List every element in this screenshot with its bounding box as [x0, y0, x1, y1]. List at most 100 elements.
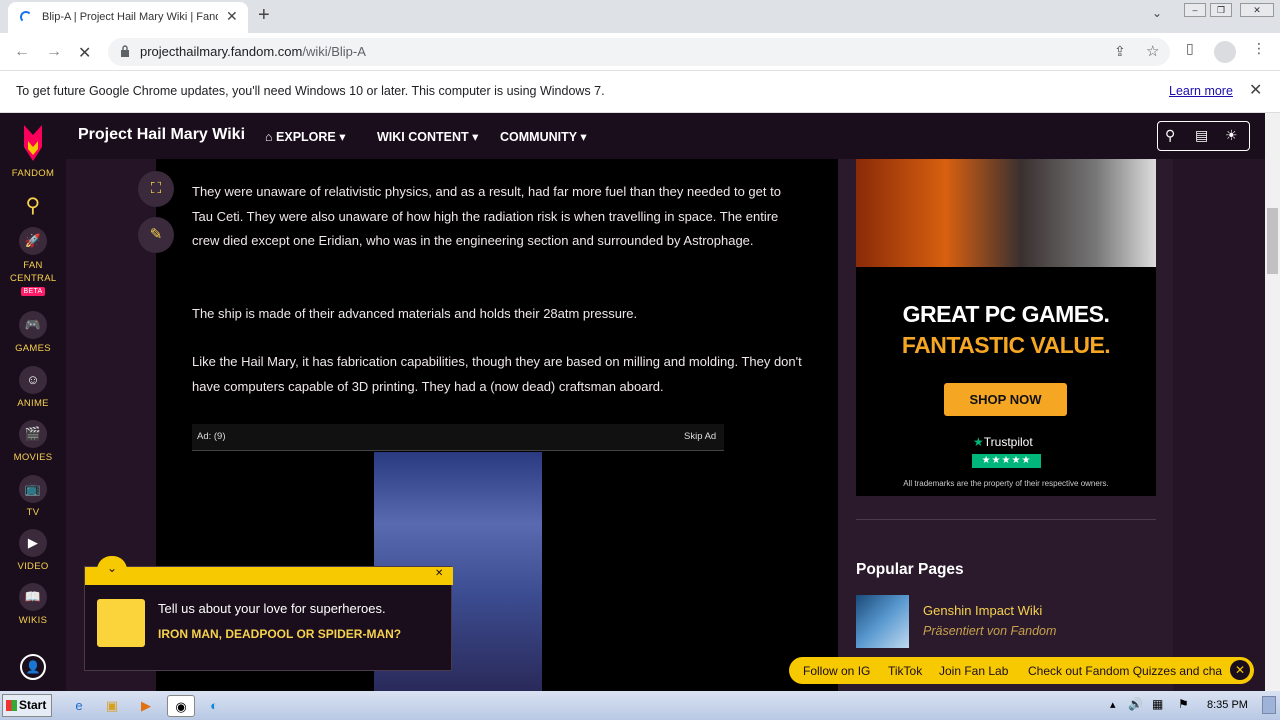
- fandom-page: FANDOM ⚲ 🚀 FAN CENTRAL BETA 🎮 GAMES ☺ AN…: [0, 113, 1265, 691]
- fandom-logo[interactable]: FANDOM: [0, 121, 66, 179]
- follow-ig-link[interactable]: Follow on IG: [803, 664, 870, 678]
- url-domain: projecthailmary.fandom.com: [140, 44, 303, 59]
- infobar-close-icon[interactable]: ✕: [1249, 80, 1262, 100]
- fan-lab-link[interactable]: Join Fan Lab: [939, 664, 1008, 678]
- rail-movies[interactable]: 🎬 MOVIES: [0, 420, 66, 463]
- fandom-logo-label: FANDOM: [11, 168, 55, 179]
- clapperboard-icon: 🎬: [19, 420, 47, 448]
- rail-label: VIDEO: [17, 561, 49, 572]
- nav-wiki-content[interactable]: WIKI CONTENT ▾: [377, 129, 478, 144]
- nav-tools-group: ⚲ ▤ ☀: [1157, 121, 1250, 151]
- system-clock[interactable]: 8:35 PM: [1207, 699, 1248, 711]
- browser-tab[interactable]: Blip-A | Project Hail Mary Wiki | Fandom…: [8, 2, 248, 33]
- edge-icon[interactable]: ◐: [203, 695, 225, 717]
- learn-more-link[interactable]: Learn more: [1169, 84, 1233, 98]
- ad-countdown-label: Ad: (9): [197, 431, 226, 442]
- book-icon: 📖: [19, 583, 47, 611]
- url-text[interactable]: projecthailmary.fandom.com/wiki/Blip-A: [140, 44, 366, 59]
- quiz-popup-header: [85, 567, 453, 585]
- skip-ad-button[interactable]: Skip Ad: [684, 431, 716, 442]
- back-icon[interactable]: ←: [14, 43, 30, 61]
- start-label: Start: [19, 698, 47, 712]
- rail-anime[interactable]: ☺ ANIME: [0, 366, 66, 409]
- rail-fan-central[interactable]: 🚀 FAN CENTRAL BETA: [0, 227, 66, 296]
- beta-badge: BETA: [20, 287, 46, 296]
- wiki-name[interactable]: Project Hail Mary Wiki: [78, 126, 245, 144]
- close-icon[interactable]: ✕: [1230, 660, 1250, 680]
- nav-community-label: COMMUNITY: [500, 130, 577, 144]
- global-navigation-rail: FANDOM ⚲ 🚀 FAN CENTRAL BETA 🎮 GAMES ☺ AN…: [0, 113, 66, 691]
- rail-label: GAMES: [15, 343, 51, 354]
- page-scrollbar[interactable]: [1265, 113, 1280, 691]
- minimize-button[interactable]: –: [1184, 3, 1206, 17]
- user-account-icon[interactable]: 👤: [20, 654, 46, 680]
- quiz-popup[interactable]: ⌄ ✕ Tell us about your love for superher…: [84, 556, 453, 671]
- search-icon[interactable]: ⚲: [0, 193, 66, 218]
- nav-wiki-content-label: WIKI CONTENT: [377, 130, 469, 144]
- rail-video[interactable]: ▶ VIDEO: [0, 529, 66, 572]
- profile-avatar[interactable]: [1214, 41, 1236, 63]
- windows-logo-icon: [6, 700, 17, 711]
- search-icon[interactable]: ⚲: [1165, 127, 1175, 144]
- wiki-top-navigation: Project Hail Mary Wiki ⌂ EXPLORE ▾ WIKI …: [66, 113, 1265, 159]
- volume-icon[interactable]: 🔊: [1128, 697, 1143, 711]
- quiz-image: [97, 599, 145, 647]
- popular-page-link[interactable]: Genshin Impact Wiki: [923, 603, 1042, 618]
- quiz-answer-link[interactable]: IRON MAN, DEADPOOL OR SPIDER-MAN?: [158, 626, 438, 642]
- rail-label: FAN CENTRAL: [10, 260, 57, 284]
- social-footer-bar: Follow on IG TikTok Join Fan Lab Check o…: [789, 657, 1254, 684]
- collapse-chevron-icon[interactable]: ⌄: [97, 556, 127, 578]
- popular-page-thumbnail[interactable]: [856, 595, 909, 648]
- media-player-icon[interactable]: ▶: [135, 695, 157, 717]
- rail-wikis[interactable]: 📖 WIKIS: [0, 583, 66, 626]
- shop-now-button[interactable]: SHOP NOW: [944, 383, 1067, 416]
- side-panel-icon[interactable]: ▯: [1186, 40, 1194, 57]
- fullscreen-icon[interactable]: ⛶: [138, 171, 174, 207]
- maximize-button[interactable]: ❐: [1210, 3, 1232, 17]
- nav-explore[interactable]: ⌂ EXPLORE ▾: [265, 129, 346, 144]
- tab-search-chevron-icon[interactable]: ⌄: [1152, 6, 1162, 20]
- tab-title: Blip-A | Project Hail Mary Wiki | Fandom: [42, 11, 218, 23]
- trustpilot-label: ★Trustpilot: [973, 435, 1033, 449]
- close-icon[interactable]: ✕: [435, 568, 443, 579]
- forward-icon[interactable]: →: [46, 43, 62, 61]
- file-explorer-icon[interactable]: ▣: [101, 695, 123, 717]
- discussions-icon[interactable]: ▤: [1195, 127, 1208, 144]
- rail-games[interactable]: 🎮 GAMES: [0, 311, 66, 354]
- edit-pencil-icon[interactable]: ✎: [138, 217, 174, 253]
- popular-pages-title: Popular Pages: [856, 561, 964, 578]
- scrollbar-thumb[interactable]: [1267, 208, 1278, 274]
- flag-icon[interactable]: ⚑: [1178, 697, 1189, 711]
- play-icon: ▶: [19, 529, 47, 557]
- windows-taskbar: Start e ▣ ▶ ◉ ◐ ▴ 🔊 ▦ ⚑ 8:35 PM: [0, 691, 1280, 720]
- divider: [856, 519, 1156, 520]
- network-icon[interactable]: ▦: [1152, 697, 1163, 711]
- update-infobar: To get future Google Chrome updates, you…: [0, 71, 1280, 113]
- chrome-taskbar-icon[interactable]: ◉: [167, 695, 195, 717]
- rail-label: WIKIS: [18, 615, 48, 626]
- promo-ad[interactable]: GREAT PC GAMES. FANTASTIC VALUE. SHOP NO…: [856, 159, 1156, 496]
- nav-community[interactable]: COMMUNITY ▾: [500, 129, 587, 144]
- menu-kebab-icon[interactable]: ⋮: [1252, 40, 1266, 57]
- browser-tab-bar: Blip-A | Project Hail Mary Wiki | Fandom…: [0, 0, 1280, 33]
- bookmark-star-icon[interactable]: ☆: [1146, 42, 1159, 60]
- rail-tv[interactable]: 📺 TV: [0, 475, 66, 518]
- share-icon[interactable]: ⇪: [1114, 43, 1126, 60]
- address-bar[interactable]: projecthailmary.fandom.com/wiki/Blip-A ⇪…: [108, 38, 1170, 66]
- quizzes-link[interactable]: Check out Fandom Quizzes and cha: [1028, 664, 1225, 678]
- close-window-button[interactable]: ✕: [1240, 3, 1274, 17]
- tray-arrow-icon[interactable]: ▴: [1110, 698, 1116, 711]
- theme-toggle-icon[interactable]: ☀: [1225, 127, 1238, 144]
- article-paragraph: Like the Hail Mary, it has fabrication c…: [192, 354, 802, 394]
- lock-icon[interactable]: [120, 45, 130, 57]
- start-button[interactable]: Start: [2, 694, 52, 717]
- tiktok-link[interactable]: TikTok: [888, 664, 922, 678]
- show-desktop-button[interactable]: [1262, 696, 1276, 714]
- rail-label: TV: [26, 507, 40, 518]
- promo-headline: GREAT PC GAMES.: [902, 301, 1110, 327]
- ie-icon[interactable]: e: [68, 695, 90, 717]
- new-tab-button[interactable]: +: [258, 4, 270, 27]
- stop-loading-icon[interactable]: ✕: [78, 43, 91, 63]
- tab-close-icon[interactable]: ✕: [226, 8, 238, 25]
- trademark-notice: All trademarks are the property of their…: [903, 479, 1109, 488]
